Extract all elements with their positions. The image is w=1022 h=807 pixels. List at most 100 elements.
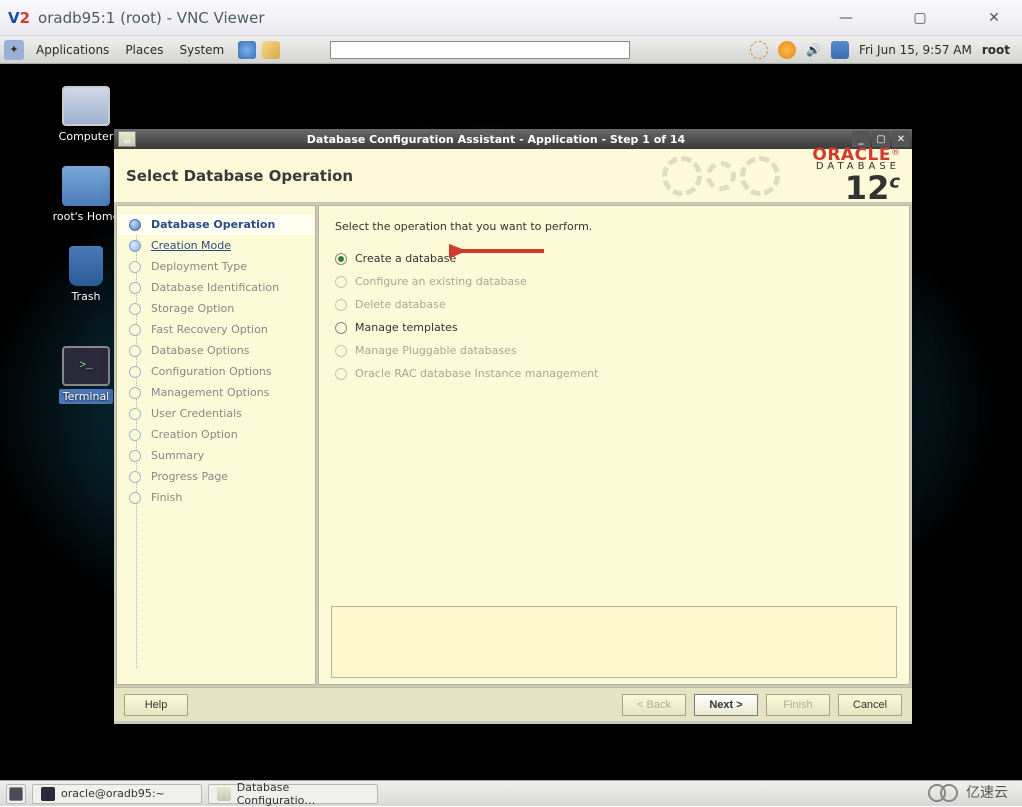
step-label: Finish [151, 491, 182, 504]
clock-label[interactable]: Fri Jun 15, 9:57 AM [859, 43, 972, 57]
desktop-icon-label: root's Home [53, 210, 120, 223]
step-progress-page: Progress Page [117, 466, 315, 487]
step-bullet-icon [129, 282, 141, 294]
vnc-window-title: oradb95:1 (root) - VNC Viewer [38, 9, 826, 27]
step-management-options: Management Options [117, 382, 315, 403]
button-label: Finish [783, 699, 812, 711]
step-label: Configuration Options [151, 365, 272, 378]
computer-icon [62, 86, 110, 126]
option-delete-database: Delete database [335, 293, 893, 316]
dbca-titlebar[interactable]: ☕ Database Configuration Assistant - App… [114, 129, 912, 149]
option-rac-instance-management: Oracle RAC database Instance management [335, 362, 893, 385]
vnc-minimize-button[interactable]: — [826, 10, 866, 26]
option-label: Create a database [355, 252, 456, 265]
step-database-identification: Database Identification [117, 277, 315, 298]
step-creation-mode[interactable]: Creation Mode [117, 235, 315, 256]
step-label: User Credentials [151, 407, 242, 420]
step-creation-option: Creation Option [117, 424, 315, 445]
step-bullet-icon [129, 345, 141, 357]
step-bullet-icon [129, 240, 141, 252]
step-label: Creation Option [151, 428, 238, 441]
watermark-logo-icon [924, 783, 962, 801]
show-desktop-button[interactable] [6, 784, 26, 804]
step-finish: Finish [117, 487, 315, 508]
dbca-main-panel: Select the operation that you want to pe… [318, 205, 910, 685]
weather-icon[interactable] [778, 41, 796, 59]
message-area [331, 606, 897, 678]
home-folder-icon [62, 166, 110, 206]
option-label: Oracle RAC database Instance management [355, 367, 598, 380]
step-bullet-icon [129, 429, 141, 441]
vnc-titlebar: V2 oradb95:1 (root) - VNC Viewer — ▢ ✕ [0, 0, 1022, 36]
option-create-database[interactable]: Create a database [335, 247, 893, 270]
desktop-area[interactable]: Computer root's Home Trash Terminal ☕ Da… [0, 64, 1022, 780]
step-label: Management Options [151, 386, 269, 399]
dbca-window-title: Database Configuration Assistant - Appli… [140, 133, 852, 146]
volume-icon[interactable]: 🔊 [806, 43, 821, 57]
cancel-button[interactable]: Cancel [838, 694, 902, 716]
trash-icon [69, 246, 103, 286]
step-database-operation[interactable]: Database Operation [117, 214, 315, 235]
vnc-maximize-button[interactable]: ▢ [900, 10, 940, 26]
dbca-window: ☕ Database Configuration Assistant - App… [114, 129, 912, 724]
step-label: Progress Page [151, 470, 228, 483]
show-desktop-icon [9, 787, 23, 801]
step-label: Fast Recovery Option [151, 323, 268, 336]
taskbar-item-label: Database Configuratio… [237, 781, 369, 807]
taskbar-item-label: oracle@oradb95:~ [61, 787, 165, 800]
option-label: Manage templates [355, 321, 458, 334]
dbca-steps-sidebar: Database Operation Creation Mode Deploym… [116, 205, 316, 685]
step-database-options: Database Options [117, 340, 315, 361]
help-button[interactable]: Help [124, 694, 188, 716]
places-menu[interactable]: Places [117, 43, 171, 57]
step-bullet-icon [129, 492, 141, 504]
radio-icon [335, 253, 347, 265]
desktop-icon-label: Terminal [59, 389, 114, 404]
user-menu[interactable]: root [982, 43, 1010, 57]
watermark: 亿速云 [924, 782, 1008, 802]
apps-menu-icon[interactable]: ✦ [4, 40, 24, 60]
gnome-top-panel: ✦ Applications Places System 🔊 Fri Jun 1… [0, 36, 1022, 64]
option-manage-templates[interactable]: Manage templates [335, 316, 893, 339]
java-app-icon [217, 787, 231, 801]
radio-icon [335, 345, 347, 357]
desktop-icon-label: Trash [71, 290, 100, 303]
step-label: Deployment Type [151, 260, 247, 273]
taskbar-item-dbca[interactable]: Database Configuratio… [208, 784, 378, 804]
applications-menu[interactable]: Applications [28, 43, 117, 57]
step-bullet-icon [129, 366, 141, 378]
back-button: < Back [622, 694, 686, 716]
step-deployment-type: Deployment Type [117, 256, 315, 277]
option-manage-pluggable-databases: Manage Pluggable databases [335, 339, 893, 362]
step-bullet-icon [129, 387, 141, 399]
button-label: Cancel [853, 699, 887, 711]
option-label: Delete database [355, 298, 446, 311]
network-icon[interactable] [831, 41, 849, 59]
step-label: Storage Option [151, 302, 234, 315]
step-label: Database Operation [151, 218, 275, 231]
next-button[interactable]: Next > [694, 694, 758, 716]
step-label: Database Identification [151, 281, 279, 294]
radio-icon [335, 322, 347, 334]
step-bullet-icon [129, 324, 141, 336]
step-bullet-icon [129, 471, 141, 483]
dbca-header-title: Select Database Operation [126, 167, 662, 185]
terminal-icon [41, 787, 55, 801]
radio-icon [335, 276, 347, 288]
dbca-close-button[interactable]: ✕ [892, 131, 910, 147]
terminal-icon [62, 346, 110, 386]
radio-icon [335, 368, 347, 380]
step-summary: Summary [117, 445, 315, 466]
dbca-prompt-text: Select the operation that you want to pe… [335, 220, 893, 233]
system-menu[interactable]: System [171, 43, 232, 57]
step-bullet-icon [129, 303, 141, 315]
step-label: Creation Mode [151, 239, 231, 252]
taskbar-item-terminal[interactable]: oracle@oradb95:~ [32, 784, 202, 804]
button-label: Next > [709, 699, 742, 711]
browser-launcher-icon[interactable] [238, 41, 256, 59]
vnc-close-button[interactable]: ✕ [974, 10, 1014, 26]
step-label: Database Options [151, 344, 249, 357]
file-manager-launcher-icon[interactable] [262, 41, 280, 59]
update-notifier-icon[interactable] [750, 41, 768, 59]
step-bullet-icon [129, 408, 141, 420]
